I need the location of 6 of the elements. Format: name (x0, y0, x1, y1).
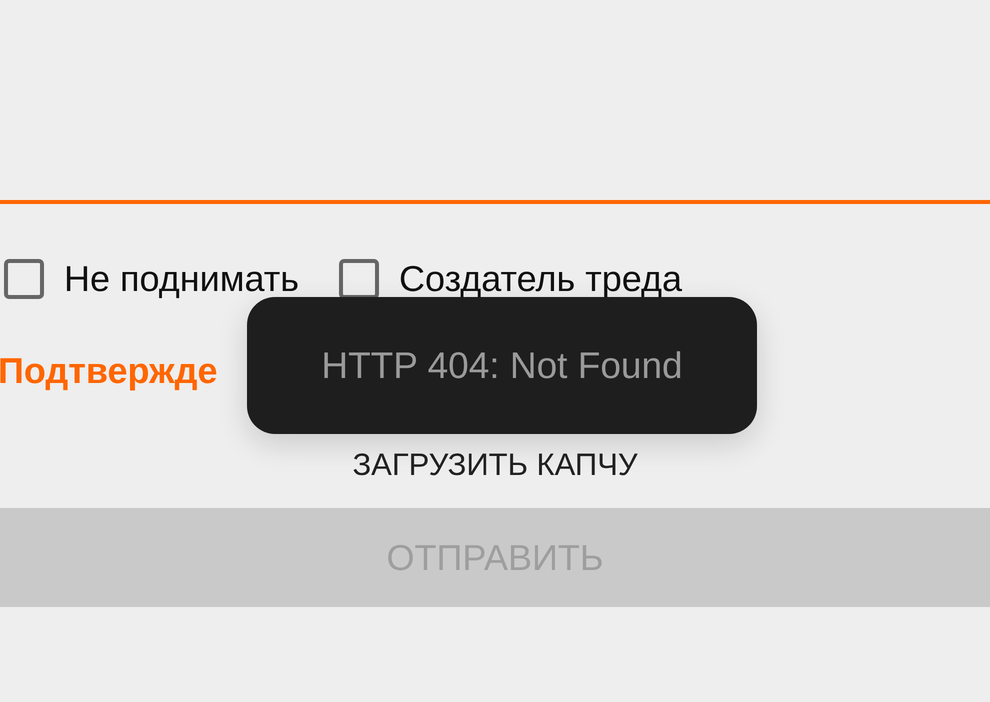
toast-message: HTTP 404: Not Found (247, 297, 757, 434)
captcha-label: Подтвержде (0, 350, 218, 392)
checkbox-label: Не поднимать (64, 258, 299, 300)
checkbox[interactable] (4, 259, 44, 299)
checkbox-label: Создатель треда (398, 258, 682, 300)
load-captcha-button[interactable]: ЗАГРУЗИТЬ КАПЧУ (336, 437, 654, 493)
